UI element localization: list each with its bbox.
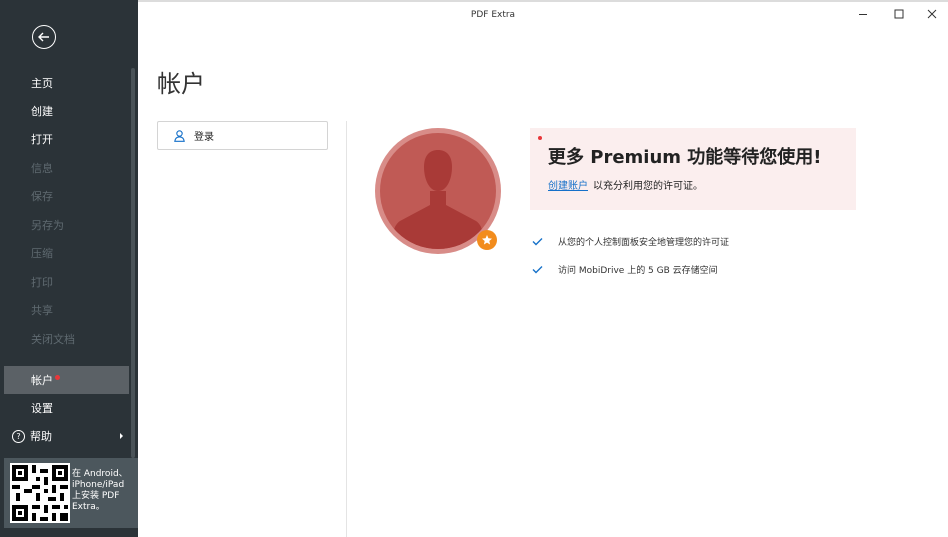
sidebar-item-label: 创建 bbox=[31, 105, 53, 118]
promo-text: 在 Android、iPhone/iPad 上安装 PDF Extra。 bbox=[72, 469, 128, 512]
sidebar-item-label: 另存为 bbox=[31, 219, 64, 232]
sidebar-item-close-document: 关闭文档 bbox=[0, 325, 129, 353]
qr-code-image bbox=[12, 465, 68, 521]
help-icon: ? bbox=[12, 429, 25, 443]
sidebar-item-settings[interactable]: 设置 bbox=[0, 394, 129, 422]
app-title: PDF Extra bbox=[470, 10, 516, 20]
sidebar-item-label: 设置 bbox=[31, 402, 53, 415]
sidebar-item-account[interactable]: 帐户 bbox=[4, 366, 129, 394]
premium-banner: 更多 Premium 功能等待您使用! 创建账户 以充分利用您的许可证。 bbox=[530, 128, 856, 210]
user-silhouette-icon bbox=[392, 150, 484, 249]
sidebar-item-label: 帮助 bbox=[30, 430, 52, 443]
sidebar: 主页 创建 打开 信息 保存 另存为 压缩 打印 共享 关闭文档 帐户 设置 ?… bbox=[0, 0, 138, 537]
divider bbox=[346, 121, 347, 537]
sidebar-item-help[interactable]: ? 帮助 bbox=[0, 422, 129, 450]
maximize-icon bbox=[894, 9, 904, 19]
feature-text: 从您的个人控制面板安全地管理您的许可证 bbox=[558, 238, 730, 248]
login-label: 登录 bbox=[194, 132, 214, 143]
banner-subtitle-text: 以充分利用您的许可证。 bbox=[593, 181, 703, 192]
sidebar-item-label: 主页 bbox=[31, 77, 53, 90]
sidebar-item-label: 打印 bbox=[31, 276, 53, 289]
sidebar-item-compress: 压缩 bbox=[0, 239, 129, 267]
sidebar-scrollbar[interactable] bbox=[131, 68, 135, 458]
sidebar-item-label: 共享 bbox=[31, 304, 53, 317]
notification-dot bbox=[55, 374, 60, 380]
star-icon bbox=[477, 230, 497, 250]
avatar-image bbox=[380, 133, 496, 249]
sidebar-item-open[interactable]: 打开 bbox=[0, 125, 129, 153]
qr-code bbox=[10, 463, 70, 523]
feature-item: 访问 MobiDrive 上的 5 GB 云存储空间 bbox=[532, 263, 718, 276]
maximize-button[interactable] bbox=[888, 4, 910, 24]
feature-item: 从您的个人控制面板安全地管理您的许可证 bbox=[532, 235, 729, 248]
sidebar-item-label: 保存 bbox=[31, 190, 53, 203]
check-icon bbox=[532, 265, 544, 274]
avatar bbox=[375, 128, 501, 254]
sidebar-item-label: 信息 bbox=[31, 162, 53, 175]
notification-dot bbox=[538, 136, 542, 140]
sidebar-item-label: 关闭文档 bbox=[31, 333, 75, 346]
arrow-left-icon bbox=[38, 32, 49, 42]
minimize-button[interactable] bbox=[852, 4, 874, 24]
user-icon bbox=[174, 129, 185, 142]
sidebar-item-info: 信息 bbox=[0, 154, 129, 182]
sidebar-item-print: 打印 bbox=[0, 268, 129, 296]
banner-title: 更多 Premium 功能等待您使用! bbox=[548, 147, 822, 168]
login-button[interactable]: 登录 bbox=[157, 121, 328, 150]
sidebar-item-label: 帐户 bbox=[31, 374, 53, 387]
back-button[interactable] bbox=[32, 25, 56, 49]
sidebar-item-save-as: 另存为 bbox=[0, 211, 129, 239]
close-button[interactable] bbox=[921, 4, 943, 24]
feature-text: 访问 MobiDrive 上的 5 GB 云存储空间 bbox=[558, 266, 718, 276]
chevron-right-icon bbox=[120, 433, 123, 439]
close-icon bbox=[927, 9, 937, 19]
mobile-promo[interactable]: 在 Android、iPhone/iPad 上安装 PDF Extra。 bbox=[4, 458, 138, 528]
title-bar-edge bbox=[138, 0, 948, 2]
minimize-icon bbox=[859, 14, 867, 15]
banner-subtitle: 创建账户 以充分利用您的许可证。 bbox=[548, 177, 703, 192]
sidebar-item-save: 保存 bbox=[0, 182, 129, 210]
page-title: 帐户 bbox=[157, 70, 205, 98]
check-icon bbox=[532, 237, 544, 246]
sidebar-item-label: 打开 bbox=[31, 133, 53, 146]
sidebar-item-home[interactable]: 主页 bbox=[0, 69, 129, 97]
sidebar-item-create[interactable]: 创建 bbox=[0, 97, 129, 125]
sidebar-item-share: 共享 bbox=[0, 296, 129, 324]
create-account-link[interactable]: 创建账户 bbox=[548, 181, 588, 192]
sidebar-item-label: 压缩 bbox=[31, 247, 53, 260]
